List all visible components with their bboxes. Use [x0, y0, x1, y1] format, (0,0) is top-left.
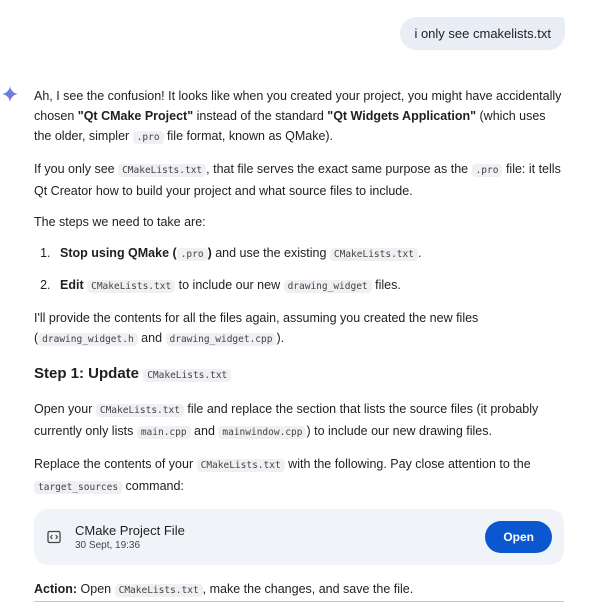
- list-item: Edit CMakeLists.txt to include our new d…: [54, 275, 564, 297]
- assistant-response: Ah, I see the confusion! It looks like w…: [34, 86, 564, 612]
- inline-code: CMakeLists.txt: [95, 404, 184, 417]
- replace-paragraph: Replace the contents of your CMakeLists.…: [34, 457, 531, 494]
- inline-code: drawing_widget.cpp: [165, 333, 277, 346]
- divider: [34, 601, 564, 602]
- explanation-paragraph: If you only see CMakeLists.txt, that fil…: [34, 162, 561, 198]
- user-message-text: i only see cmakelists.txt: [414, 26, 551, 41]
- list-item: Stop using QMake (.pro) and use the exis…: [54, 243, 564, 265]
- file-card[interactable]: CMake Project File 30 Sept, 19:36 Open: [34, 509, 564, 565]
- inline-code: target_sources: [34, 481, 123, 494]
- inline-code: CMakeLists.txt: [329, 248, 418, 261]
- inline-code: CMakeLists.txt: [118, 164, 207, 177]
- inline-code: CMakeLists.txt: [87, 280, 176, 293]
- inline-code: .pro: [471, 164, 503, 177]
- action-paragraph: Action: Open CMakeLists.txt, make the ch…: [34, 582, 414, 597]
- inline-code: main.cpp: [136, 426, 191, 439]
- inline-code: drawing_widget: [283, 280, 372, 293]
- open-button[interactable]: Open: [485, 521, 552, 553]
- user-message-bubble: i only see cmakelists.txt: [400, 17, 565, 50]
- open-file-paragraph: Open your CMakeLists.txt file and replac…: [34, 402, 539, 439]
- file-card-info: CMake Project File 30 Sept, 19:36: [75, 522, 485, 553]
- section-heading: Step 1: Update CMakeLists.txt: [34, 364, 564, 386]
- inline-code: .pro: [132, 131, 164, 144]
- inline-code: drawing_widget.h: [38, 333, 138, 346]
- inline-code: .pro: [176, 248, 208, 261]
- inline-code: CMakeLists.txt: [196, 459, 285, 472]
- files-paragraph: I'll provide the contents for all the fi…: [34, 311, 479, 346]
- inline-code: mainwindow.cpp: [218, 426, 307, 439]
- code-file-icon: [47, 530, 61, 544]
- inline-code: CMakeLists.txt: [114, 584, 203, 597]
- intro-paragraph: Ah, I see the confusion! It looks like w…: [34, 89, 562, 144]
- file-card-title: CMake Project File: [75, 522, 185, 538]
- steps-intro: The steps we need to take are:: [34, 215, 206, 229]
- gemini-sparkle-icon: [2, 86, 18, 102]
- file-card-date: 30 Sept, 19:36: [75, 539, 141, 551]
- steps-list: Stop using QMake (.pro) and use the exis…: [34, 243, 564, 297]
- inline-code: CMakeLists.txt: [143, 369, 232, 382]
